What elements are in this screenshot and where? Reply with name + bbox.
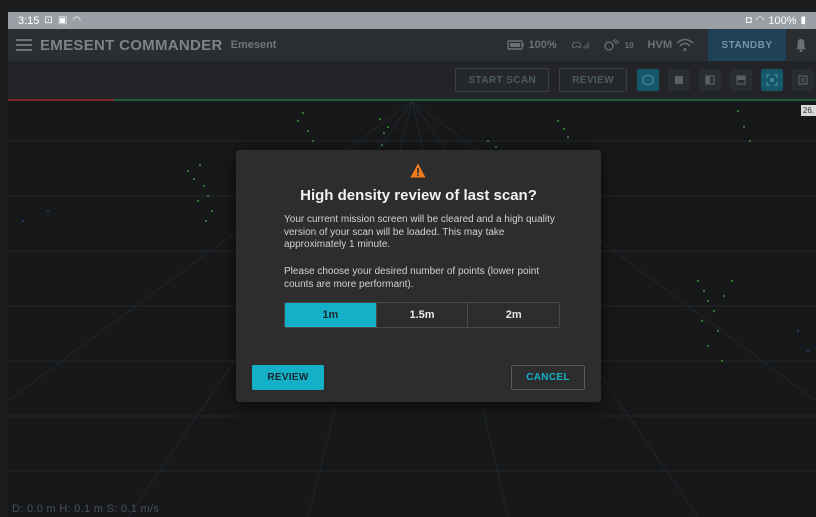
notifications-bell-icon[interactable] <box>786 29 816 61</box>
cube-side-icon <box>705 75 715 85</box>
device-battery-level: 100% <box>528 39 557 51</box>
recenter-view-button[interactable] <box>761 69 783 91</box>
wifi-signal-icon: ◠ <box>755 14 765 26</box>
network-label: HVM <box>647 39 672 51</box>
layers-icon <box>798 75 808 85</box>
status-bar: 3:15 ⊡ ▣ ◠ ◘ ◠ 100% ▮ <box>8 12 816 29</box>
network-status: HVM <box>648 38 694 52</box>
review-toolbar-button[interactable]: REVIEW <box>559 68 627 92</box>
device-battery: 100% <box>506 38 557 52</box>
density-option-1-5m[interactable]: 1.5m <box>377 303 469 327</box>
cube-front-icon <box>675 76 683 84</box>
layers-button[interactable] <box>792 69 814 91</box>
dialog-body-instructions: Please choose your desired number of poi… <box>284 266 540 290</box>
cube-top-icon <box>736 75 746 85</box>
app-window: 3:15 ⊡ ▣ ◠ ◘ ◠ 100% ▮ EMESENT COMMANDER … <box>8 12 816 517</box>
gnss-status: 10 <box>603 38 634 52</box>
gnss-count: 10 <box>624 40 634 50</box>
cube-3d-icon <box>642 74 654 86</box>
satellite-icon <box>603 38 620 51</box>
status-battery-text: 100% <box>768 14 797 27</box>
hamburger-menu-icon[interactable] <box>8 29 40 61</box>
view-side-button[interactable] <box>699 69 721 91</box>
dialog-body-warning: Your current mission screen will be clea… <box>284 214 555 250</box>
point-density-selector: 1m 1.5m 2m <box>284 302 560 328</box>
view-3d-button[interactable] <box>637 69 659 91</box>
toolbar: START SCAN REVIEW <box>8 61 816 99</box>
lock-icon: ◘ <box>745 14 752 26</box>
density-option-2m[interactable]: 2m <box>468 303 559 327</box>
warning-icon <box>410 163 426 178</box>
wifi-icon <box>676 38 694 51</box>
start-scan-button[interactable]: START SCAN <box>455 68 550 92</box>
scale-badge: 26. <box>800 105 816 116</box>
app-subtitle: Emesent <box>230 39 277 51</box>
battery-icon: ▮ <box>800 14 806 26</box>
remote-signal <box>571 38 589 52</box>
view-top-button[interactable] <box>730 69 752 91</box>
density-option-1m[interactable]: 1m <box>285 303 377 327</box>
review-button[interactable]: REVIEW <box>252 365 324 390</box>
status-time: 3:15 <box>18 14 40 27</box>
app-header: EMESENT COMMANDER Emesent 100% 10 HVM ST… <box>8 29 816 61</box>
app-title: EMESENT COMMANDER <box>40 36 223 54</box>
wifi-icon: ◠ <box>72 14 81 26</box>
high-density-review-dialog: High density review of last scan? Your c… <box>236 150 601 402</box>
standby-status-button[interactable]: STANDBY <box>708 29 786 61</box>
view-front-button[interactable] <box>668 69 690 91</box>
cancel-button[interactable]: CANCEL <box>511 365 585 390</box>
focus-icon <box>766 74 778 86</box>
dialog-title: High density review of last scan? <box>300 187 537 204</box>
telemetry-readout: D: 0.0 m H: 0.1 m S: 0.1 m/s <box>12 503 160 515</box>
gallery-icon: ▣ <box>57 14 68 26</box>
controller-signal-icon <box>571 41 589 49</box>
screenshot-icon: ⊡ <box>44 14 53 26</box>
device-battery-icon <box>506 40 524 50</box>
